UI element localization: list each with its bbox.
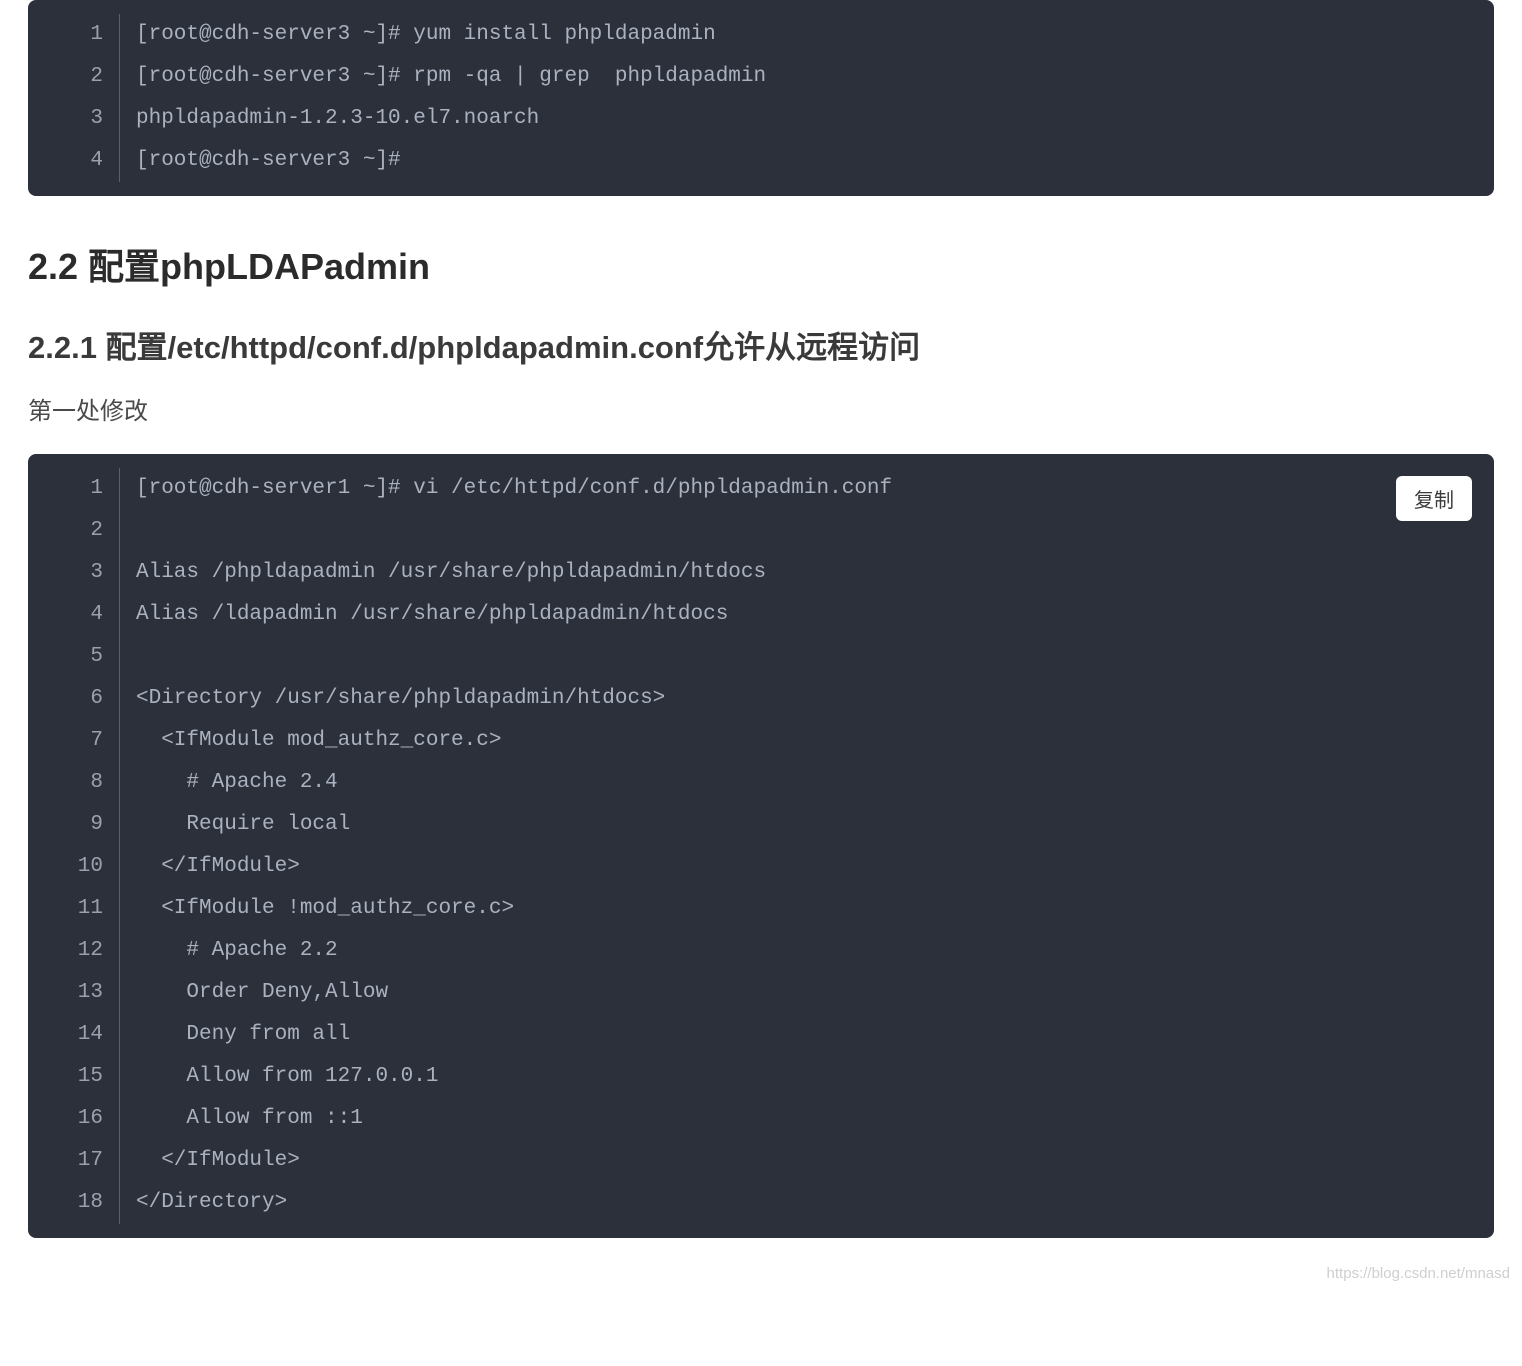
line-number: 3	[28, 98, 103, 140]
code-content: 1 2 3 4 [root@cdh-server3 ~]# yum instal…	[28, 0, 1494, 196]
line-number: 7	[28, 720, 103, 762]
line-number: 12	[28, 930, 103, 972]
line-number: 9	[28, 804, 103, 846]
code-lines-1[interactable]: [root@cdh-server3 ~]# yum install phplda…	[120, 14, 766, 182]
line-number: 1	[28, 14, 103, 56]
line-number: 14	[28, 1014, 103, 1056]
line-number: 4	[28, 594, 103, 636]
line-number: 1	[28, 468, 103, 510]
line-number: 3	[28, 552, 103, 594]
body-text-first-change: 第一处修改	[28, 391, 1494, 426]
code-block-2: 复制 123456789101112131415161718 [root@cdh…	[28, 454, 1494, 1238]
line-number: 2	[28, 56, 103, 98]
line-number: 5	[28, 636, 103, 678]
line-number: 15	[28, 1056, 103, 1098]
copy-button[interactable]: 复制	[1396, 476, 1472, 521]
line-number: 8	[28, 762, 103, 804]
line-number: 11	[28, 888, 103, 930]
code-block-1: 1 2 3 4 [root@cdh-server3 ~]# yum instal…	[28, 0, 1494, 196]
line-number: 4	[28, 140, 103, 182]
line-numbers-1: 1 2 3 4	[28, 14, 120, 182]
section-heading-config: 2.2 配置phpLDAPadmin	[28, 238, 1494, 290]
code-lines-2[interactable]: [root@cdh-server1 ~]# vi /etc/httpd/conf…	[120, 468, 892, 1224]
line-number: 10	[28, 846, 103, 888]
line-number: 16	[28, 1098, 103, 1140]
line-number: 2	[28, 510, 103, 552]
line-number: 6	[28, 678, 103, 720]
line-number: 18	[28, 1182, 103, 1224]
watermark-text: https://blog.csdn.net/mnasd	[1327, 1265, 1510, 1282]
line-numbers-2: 123456789101112131415161718	[28, 468, 120, 1224]
line-number: 13	[28, 972, 103, 1014]
code-content: 123456789101112131415161718 [root@cdh-se…	[28, 454, 1494, 1238]
subsection-heading-conf-file: 2.2.1 配置/etc/httpd/conf.d/phpldapadmin.c…	[28, 322, 1494, 367]
line-number: 17	[28, 1140, 103, 1182]
